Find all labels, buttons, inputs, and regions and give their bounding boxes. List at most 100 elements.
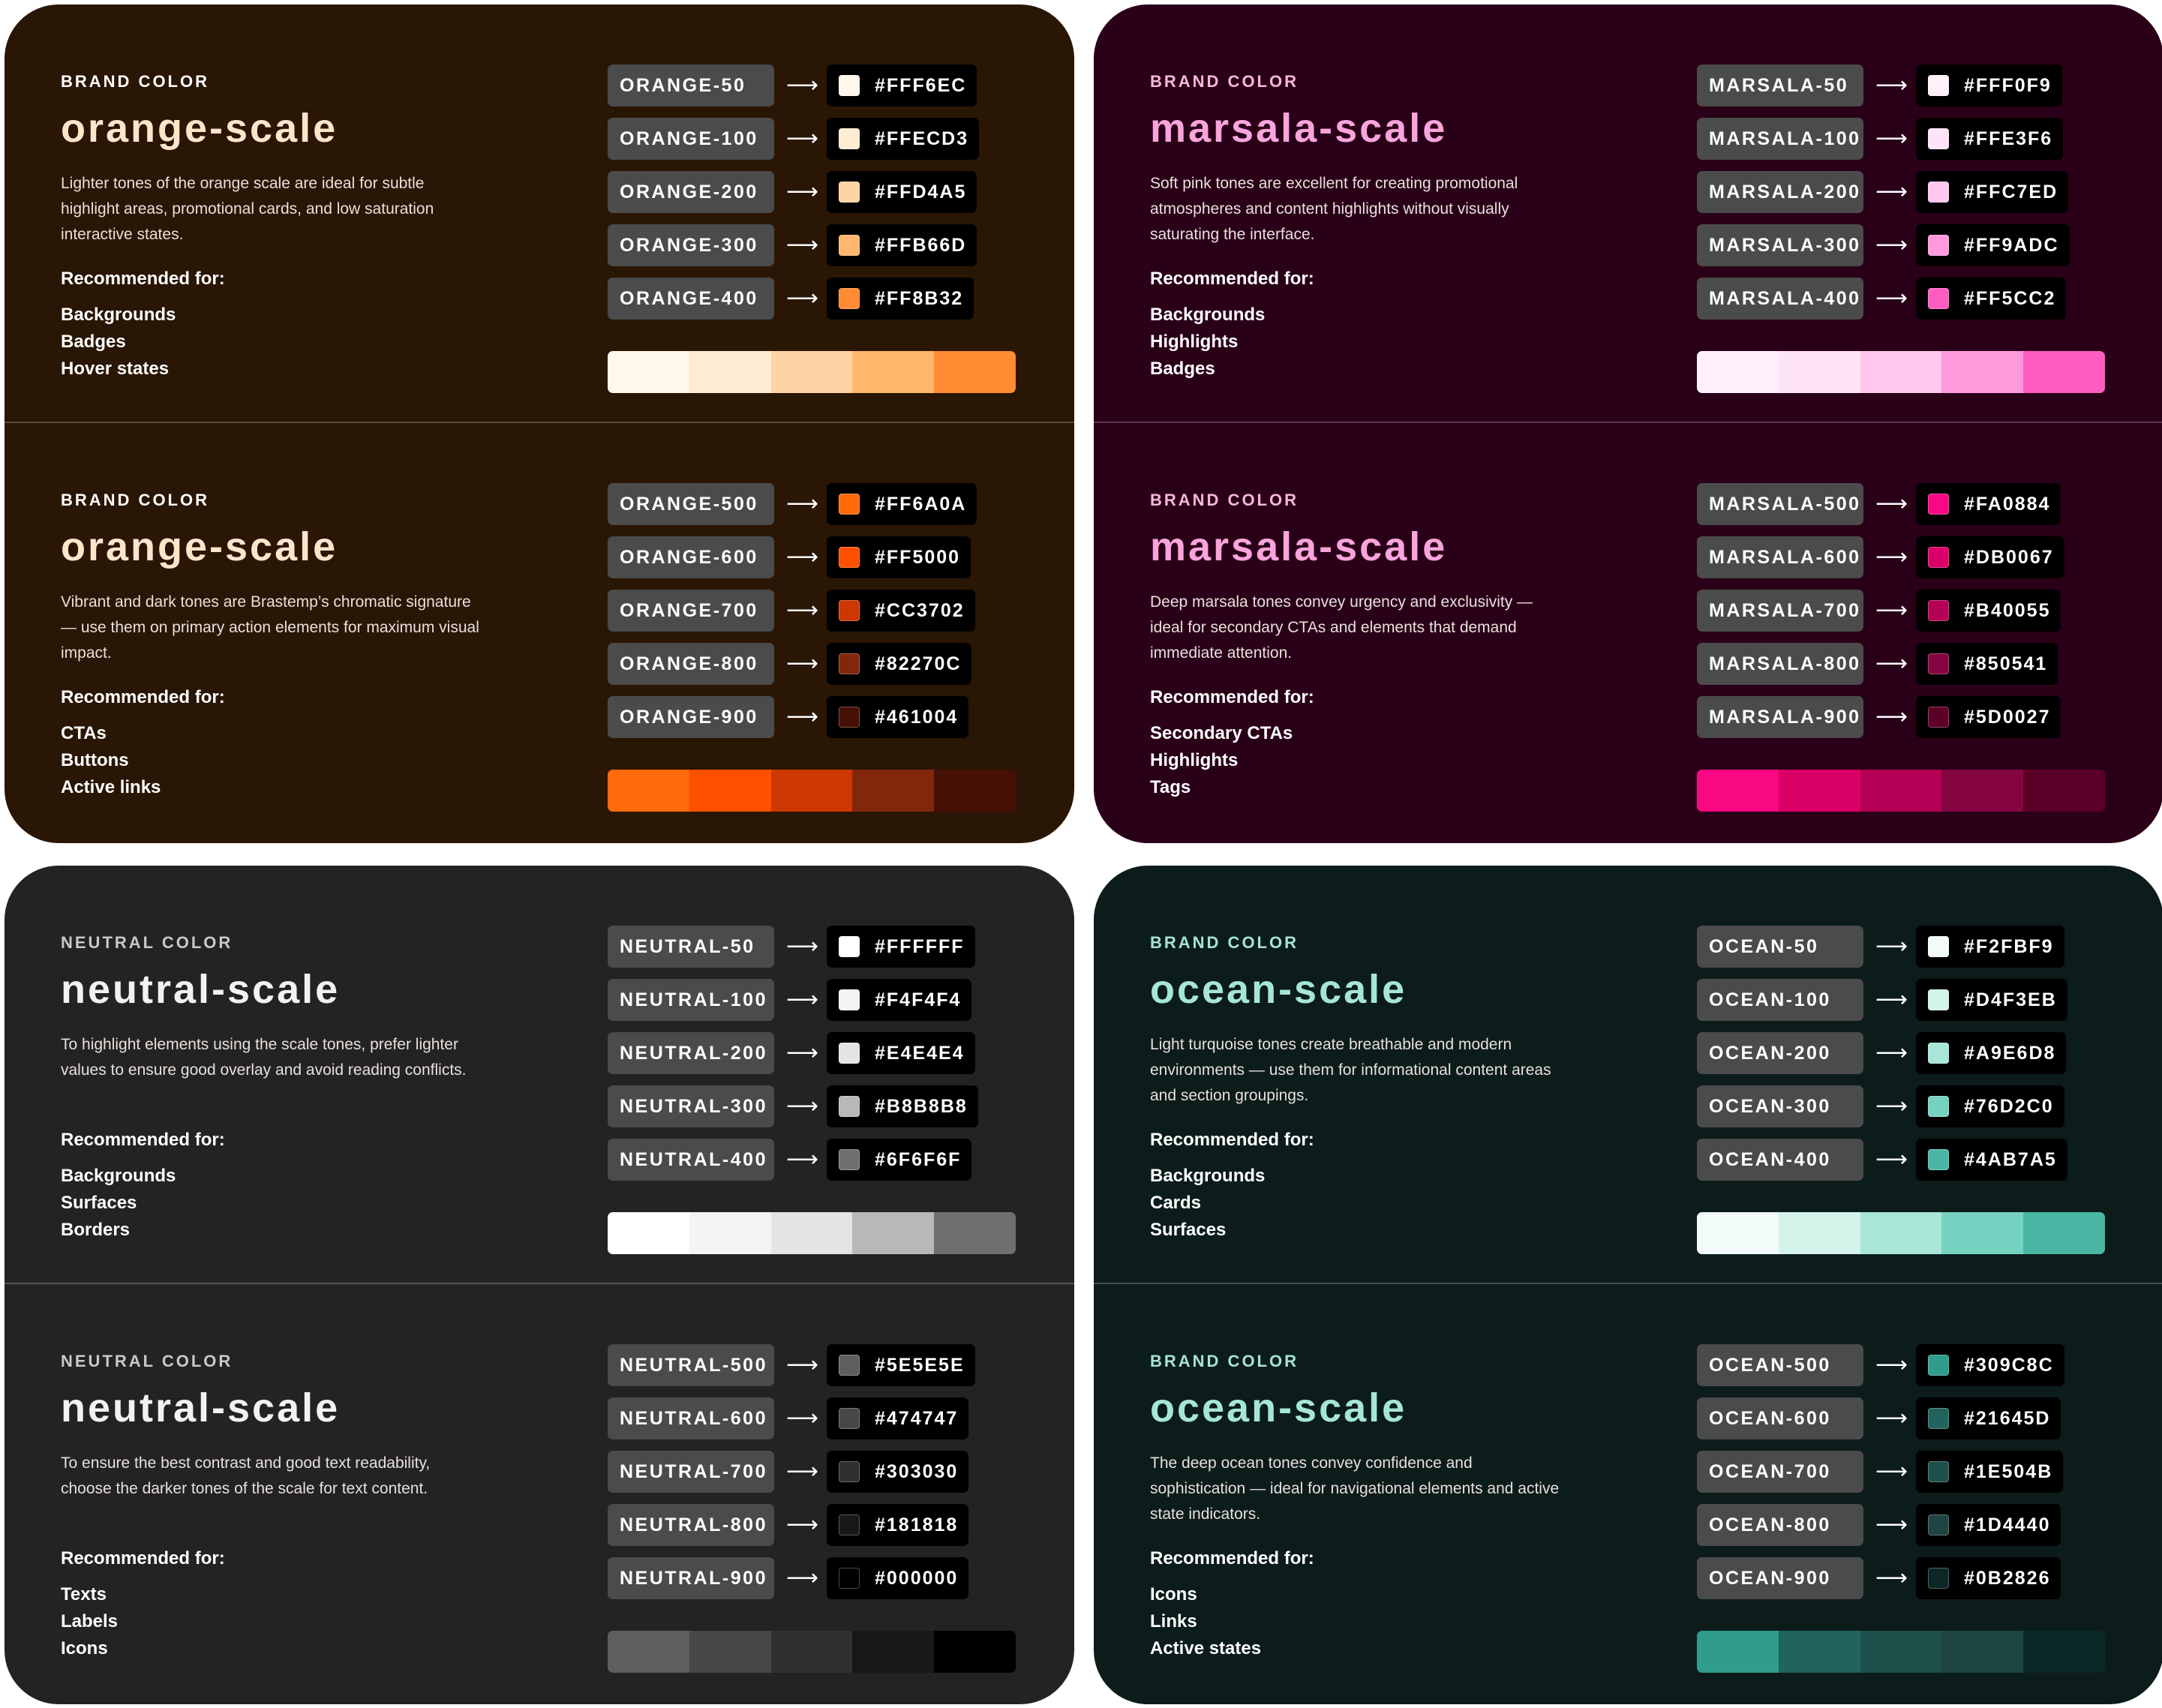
- bar-segment: [1697, 1212, 1779, 1254]
- scale-section: NEUTRAL COLOR neutral-scale To highlight e…: [5, 866, 1074, 1283]
- arrow-icon: ⟶: [786, 491, 819, 516]
- hex-value-box: #FF5CC2: [1916, 278, 2067, 320]
- recommended-heading: Recommended for:: [61, 687, 225, 707]
- arrow-icon: ⟶: [1875, 1459, 1908, 1484]
- hex-value-box: #461004: [827, 696, 969, 738]
- hex-code: #303030: [875, 1461, 959, 1482]
- scale-title: neutral-scale: [61, 967, 341, 1012]
- color-chip: [839, 600, 860, 621]
- arrow-icon: ⟶: [786, 934, 819, 959]
- color-chip: [839, 182, 860, 203]
- gradient-bar: [1697, 770, 2105, 812]
- token-label: OCEAN-50: [1697, 926, 1863, 968]
- color-chip: [839, 707, 860, 728]
- color-chip: [839, 288, 860, 309]
- color-chip: [1928, 547, 1949, 568]
- hex-code: #4AB7A5: [1964, 1149, 2057, 1170]
- recommended-list: Texts Labels Icons: [61, 1581, 118, 1662]
- scale-description: To highlight elements using the scale to…: [61, 1036, 467, 1079]
- hex-value-box: #0B2826: [1916, 1557, 2061, 1599]
- recommended-heading: Recommended for:: [61, 1130, 225, 1150]
- bar-segment: [852, 1631, 935, 1673]
- hex-code: #FFF0F9: [1964, 75, 2052, 96]
- hex-code: #F4F4F4: [875, 989, 962, 1010]
- bar-segment: [934, 351, 1016, 393]
- hex-value-box: #FFFFFF: [827, 926, 975, 968]
- color-card: BRAND COLOR ocean-scale Light turquoise to…: [1094, 866, 2162, 1704]
- hex-code: #309C8C: [1964, 1355, 2054, 1376]
- token-label: OCEAN-600: [1697, 1397, 1863, 1439]
- bar-segment: [608, 770, 689, 812]
- color-card: BRAND COLOR marsala-scale Soft pink tones …: [1094, 5, 2162, 843]
- hex-code: #FFC7ED: [1964, 182, 2058, 203]
- hex-value-box: #FF5000: [827, 536, 971, 578]
- gradient-bar: [608, 770, 1016, 812]
- section-eyebrow: BRAND COLOR: [1150, 491, 1299, 509]
- color-chip: [1928, 1096, 1949, 1117]
- hex-value-box: #309C8C: [1916, 1344, 2064, 1386]
- bar-segment: [934, 1631, 1016, 1673]
- hex-value-box: #D4F3EB: [1916, 979, 2067, 1021]
- hex-value-box: #303030: [827, 1451, 969, 1493]
- recommended-list: Backgrounds Badges Hover states: [61, 302, 176, 383]
- hex-code: #82270C: [875, 653, 962, 674]
- section-divider: [5, 422, 1074, 423]
- token-label: MARSALA-300: [1697, 224, 1863, 266]
- recommended-item: Surfaces: [1150, 1220, 1227, 1240]
- hex-value-box: #1E504B: [1916, 1451, 2064, 1493]
- hex-code: #FFD4A5: [875, 182, 967, 203]
- bar-segment: [2023, 1631, 2105, 1673]
- bar-segment: [608, 1212, 689, 1254]
- section-eyebrow: NEUTRAL COLOR: [61, 1352, 233, 1370]
- hex-code: #474747: [875, 1408, 959, 1429]
- hex-value-box: #5E5E5E: [827, 1344, 975, 1386]
- bar-segment: [2023, 1212, 2105, 1254]
- token-label: MARSALA-800: [1697, 643, 1863, 685]
- recommended-item: Backgrounds: [1150, 1166, 1266, 1186]
- scale-description: Vibrant and dark tones are Brastemp’s ch…: [61, 593, 479, 662]
- bar-segment: [1860, 1212, 1942, 1254]
- recommended-item: Badges: [61, 332, 126, 352]
- bar-segment: [2023, 770, 2105, 812]
- arrow-icon: ⟶: [1875, 491, 1908, 516]
- token-label: NEUTRAL-700: [608, 1451, 774, 1493]
- recommended-list: Backgrounds Highlights Badges: [1150, 302, 1265, 383]
- scale-title: ocean-scale: [1150, 1385, 1407, 1430]
- color-chip: [839, 1461, 860, 1482]
- token-label: NEUTRAL-600: [608, 1397, 774, 1439]
- recommended-item: Cards: [1150, 1193, 1202, 1213]
- hex-code: #FF5000: [875, 547, 961, 568]
- arrow-icon: ⟶: [786, 1147, 819, 1172]
- color-chip: [1928, 1043, 1949, 1064]
- recommended-item: Secondary CTAs: [1150, 723, 1293, 743]
- recommended-item: Active states: [1150, 1638, 1262, 1658]
- token-label: MARSALA-400: [1697, 278, 1863, 320]
- hex-value-box: #FF6A0A: [827, 483, 977, 525]
- scale-description: Light turquoise tones create breathable …: [1150, 1036, 1551, 1104]
- scale-title: orange-scale: [61, 524, 338, 569]
- scale-description: Deep marsala tones convey urgency and ex…: [1150, 593, 1533, 662]
- arrow-icon: ⟶: [786, 179, 819, 204]
- arrow-icon: ⟶: [786, 1512, 819, 1537]
- hex-value-box: #FFD4A5: [827, 171, 977, 213]
- bar-segment: [770, 351, 853, 393]
- bar-segment: [608, 351, 689, 393]
- hex-code: #D4F3EB: [1964, 989, 2057, 1010]
- arrow-icon: ⟶: [786, 126, 819, 151]
- recommended-item: Surfaces: [61, 1193, 137, 1213]
- bar-segment: [1778, 770, 1860, 812]
- color-chip: [839, 547, 860, 568]
- section-eyebrow: BRAND COLOR: [61, 72, 209, 91]
- bar-segment: [1941, 351, 2024, 393]
- hex-code: #1D4440: [1964, 1514, 2051, 1535]
- bar-segment: [770, 770, 853, 812]
- arrow-icon: ⟶: [786, 73, 819, 98]
- recommended-heading: Recommended for:: [1150, 1130, 1314, 1150]
- bar-segment: [2023, 351, 2105, 393]
- recommended-item: Backgrounds: [1150, 305, 1266, 325]
- hex-value-box: #E4E4E4: [827, 1032, 975, 1074]
- color-card: NEUTRAL COLOR neutral-scale To highlight e…: [5, 866, 1074, 1704]
- arrow-icon: ⟶: [1875, 73, 1908, 98]
- arrow-icon: ⟶: [1875, 1352, 1908, 1377]
- hex-value-box: #FFC7ED: [1916, 171, 2069, 213]
